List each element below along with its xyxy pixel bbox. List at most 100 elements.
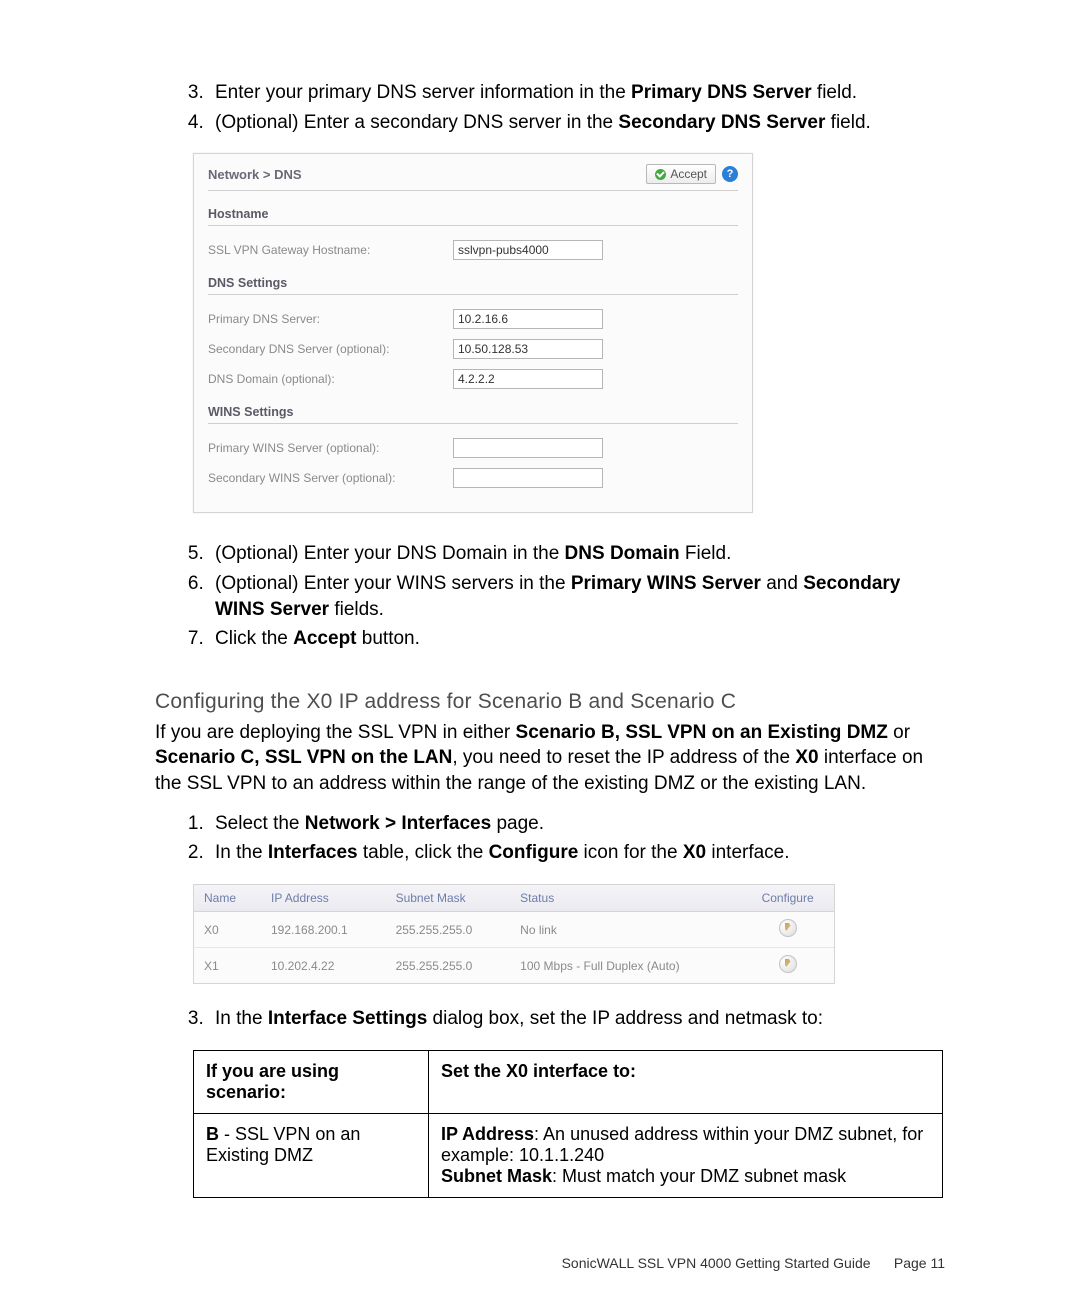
scenario-header-right: Set the X0 interface to: bbox=[429, 1050, 943, 1113]
cell-name: X1 bbox=[194, 948, 261, 984]
scenario-cell-right: IP Address: An unused address within you… bbox=[429, 1113, 943, 1197]
col-configure: Configure bbox=[741, 885, 834, 912]
section-wins: WINS Settings bbox=[208, 405, 738, 424]
primary-dns-input[interactable] bbox=[453, 309, 603, 329]
cell-ip: 192.168.200.1 bbox=[261, 912, 386, 948]
step-list-d: In the Interface Settings dialog box, se… bbox=[155, 1006, 945, 1032]
cell-configure bbox=[741, 912, 834, 948]
text-bold: Configure bbox=[489, 842, 579, 863]
accept-button[interactable]: Accept bbox=[646, 164, 716, 184]
text-bold: Primary WINS Server bbox=[571, 573, 761, 594]
section-heading: Configuring the X0 IP address for Scenar… bbox=[155, 690, 945, 714]
configure-icon[interactable] bbox=[779, 919, 797, 937]
text: In the bbox=[215, 1008, 268, 1029]
list-item: (Optional) Enter your WINS servers in th… bbox=[209, 571, 945, 622]
text: page. bbox=[491, 813, 544, 834]
help-icon[interactable]: ? bbox=[722, 166, 738, 182]
text: fields. bbox=[329, 599, 384, 620]
configure-icon[interactable] bbox=[779, 955, 797, 973]
text-bold: Scenario B, SSL VPN on an Existing DMZ bbox=[516, 722, 888, 743]
breadcrumb: Network > DNS bbox=[208, 167, 302, 182]
footer-title: SonicWALL SSL VPN 4000 Getting Started G… bbox=[562, 1255, 871, 1271]
text-bold: B bbox=[206, 1124, 219, 1144]
cell-configure bbox=[741, 948, 834, 984]
text: (Optional) Enter your DNS Domain in the bbox=[215, 543, 565, 564]
text: or bbox=[888, 722, 910, 743]
step-list-b: (Optional) Enter your DNS Domain in the … bbox=[155, 541, 945, 652]
list-item: In the Interface Settings dialog box, se… bbox=[209, 1006, 945, 1032]
col-status: Status bbox=[510, 885, 741, 912]
table-row: B - SSL VPN on an Existing DMZ IP Addres… bbox=[194, 1113, 943, 1197]
text: icon for the bbox=[578, 842, 683, 863]
field-label: SSL VPN Gateway Hostname: bbox=[208, 243, 453, 257]
dns-domain-input[interactable] bbox=[453, 369, 603, 389]
interfaces-table-panel: Name IP Address Subnet Mask Status Confi… bbox=[193, 884, 835, 984]
table-header-row: Name IP Address Subnet Mask Status Confi… bbox=[194, 885, 834, 912]
step-bold: Secondary DNS Server bbox=[618, 112, 825, 133]
step-text: Enter your primary DNS server informatio… bbox=[215, 82, 631, 103]
step-list-c: Select the Network > Interfaces page. In … bbox=[155, 811, 945, 866]
text: If you are deploying the SSL VPN in eith… bbox=[155, 722, 516, 743]
text: : Must match your DMZ subnet mask bbox=[552, 1166, 846, 1186]
step-text: (Optional) Enter a secondary DNS server … bbox=[215, 112, 618, 133]
text: Field. bbox=[680, 543, 732, 564]
text: In the bbox=[215, 842, 268, 863]
cell-name: X0 bbox=[194, 912, 261, 948]
text: table, click the bbox=[358, 842, 489, 863]
list-item: Select the Network > Interfaces page. bbox=[209, 811, 945, 837]
scenario-table: If you are using scenario: Set the X0 in… bbox=[193, 1050, 943, 1198]
text: Select the bbox=[215, 813, 305, 834]
list-item: Enter your primary DNS server informatio… bbox=[209, 80, 945, 106]
field-row: SSL VPN Gateway Hostname: bbox=[208, 240, 738, 260]
text-bold: Interfaces bbox=[268, 842, 358, 863]
step-text: field. bbox=[812, 82, 857, 103]
cell-status: 100 Mbps - Full Duplex (Auto) bbox=[510, 948, 741, 984]
col-mask: Subnet Mask bbox=[386, 885, 511, 912]
primary-wins-input[interactable] bbox=[453, 438, 603, 458]
list-item: Click the Accept button. bbox=[209, 626, 945, 652]
text-bold: Accept bbox=[293, 628, 356, 649]
text: dialog box, set the IP address and netma… bbox=[427, 1008, 823, 1029]
field-label: Primary DNS Server: bbox=[208, 312, 453, 326]
field-label: Secondary WINS Server (optional): bbox=[208, 471, 453, 485]
text: - SSL VPN on an Existing DMZ bbox=[206, 1124, 360, 1165]
check-icon bbox=[655, 169, 666, 180]
text-bold: Network > Interfaces bbox=[305, 813, 491, 834]
scenario-cell-left: B - SSL VPN on an Existing DMZ bbox=[194, 1113, 429, 1197]
step-list-a: Enter your primary DNS server informatio… bbox=[155, 80, 945, 135]
cell-ip: 10.202.4.22 bbox=[261, 948, 386, 984]
text-bold: Scenario C, SSL VPN on the LAN bbox=[155, 747, 452, 768]
col-name: Name bbox=[194, 885, 261, 912]
text: and bbox=[761, 573, 803, 594]
dns-settings-panel: Network > DNS Accept ? Hostname SSL VPN … bbox=[193, 153, 753, 513]
page-footer: SonicWALL SSL VPN 4000 Getting Started G… bbox=[562, 1255, 945, 1271]
text-bold: Subnet Mask bbox=[441, 1166, 552, 1186]
text-bold: X0 bbox=[795, 747, 818, 768]
col-ip: IP Address bbox=[261, 885, 386, 912]
list-item: In the Interfaces table, click the Confi… bbox=[209, 840, 945, 866]
accept-label: Accept bbox=[670, 167, 707, 181]
footer-page: Page 11 bbox=[894, 1255, 945, 1271]
table-row: X110.202.4.22255.255.255.0100 Mbps - Ful… bbox=[194, 948, 834, 984]
step-bold: Primary DNS Server bbox=[631, 82, 812, 103]
document-page: Enter your primary DNS server informatio… bbox=[0, 0, 1080, 1311]
hostname-input[interactable] bbox=[453, 240, 603, 260]
text-bold: Interface Settings bbox=[268, 1008, 427, 1029]
interfaces-table: Name IP Address Subnet Mask Status Confi… bbox=[194, 885, 834, 983]
secondary-dns-input[interactable] bbox=[453, 339, 603, 359]
field-label: DNS Domain (optional): bbox=[208, 372, 453, 386]
section-paragraph: If you are deploying the SSL VPN in eith… bbox=[155, 720, 945, 797]
text: Click the bbox=[215, 628, 293, 649]
list-item: (Optional) Enter your DNS Domain in the … bbox=[209, 541, 945, 567]
text: (Optional) Enter your WINS servers in th… bbox=[215, 573, 571, 594]
cell-mask: 255.255.255.0 bbox=[386, 948, 511, 984]
cell-mask: 255.255.255.0 bbox=[386, 912, 511, 948]
text-bold: X0 bbox=[683, 842, 706, 863]
secondary-wins-input[interactable] bbox=[453, 468, 603, 488]
field-label: Secondary DNS Server (optional): bbox=[208, 342, 453, 356]
panel-titlebar: Network > DNS Accept ? bbox=[208, 164, 738, 191]
text: , you need to reset the IP address of th… bbox=[452, 747, 795, 768]
table-header-row: If you are using scenario: Set the X0 in… bbox=[194, 1050, 943, 1113]
field-label: Primary WINS Server (optional): bbox=[208, 441, 453, 455]
scenario-header-left: If you are using scenario: bbox=[194, 1050, 429, 1113]
